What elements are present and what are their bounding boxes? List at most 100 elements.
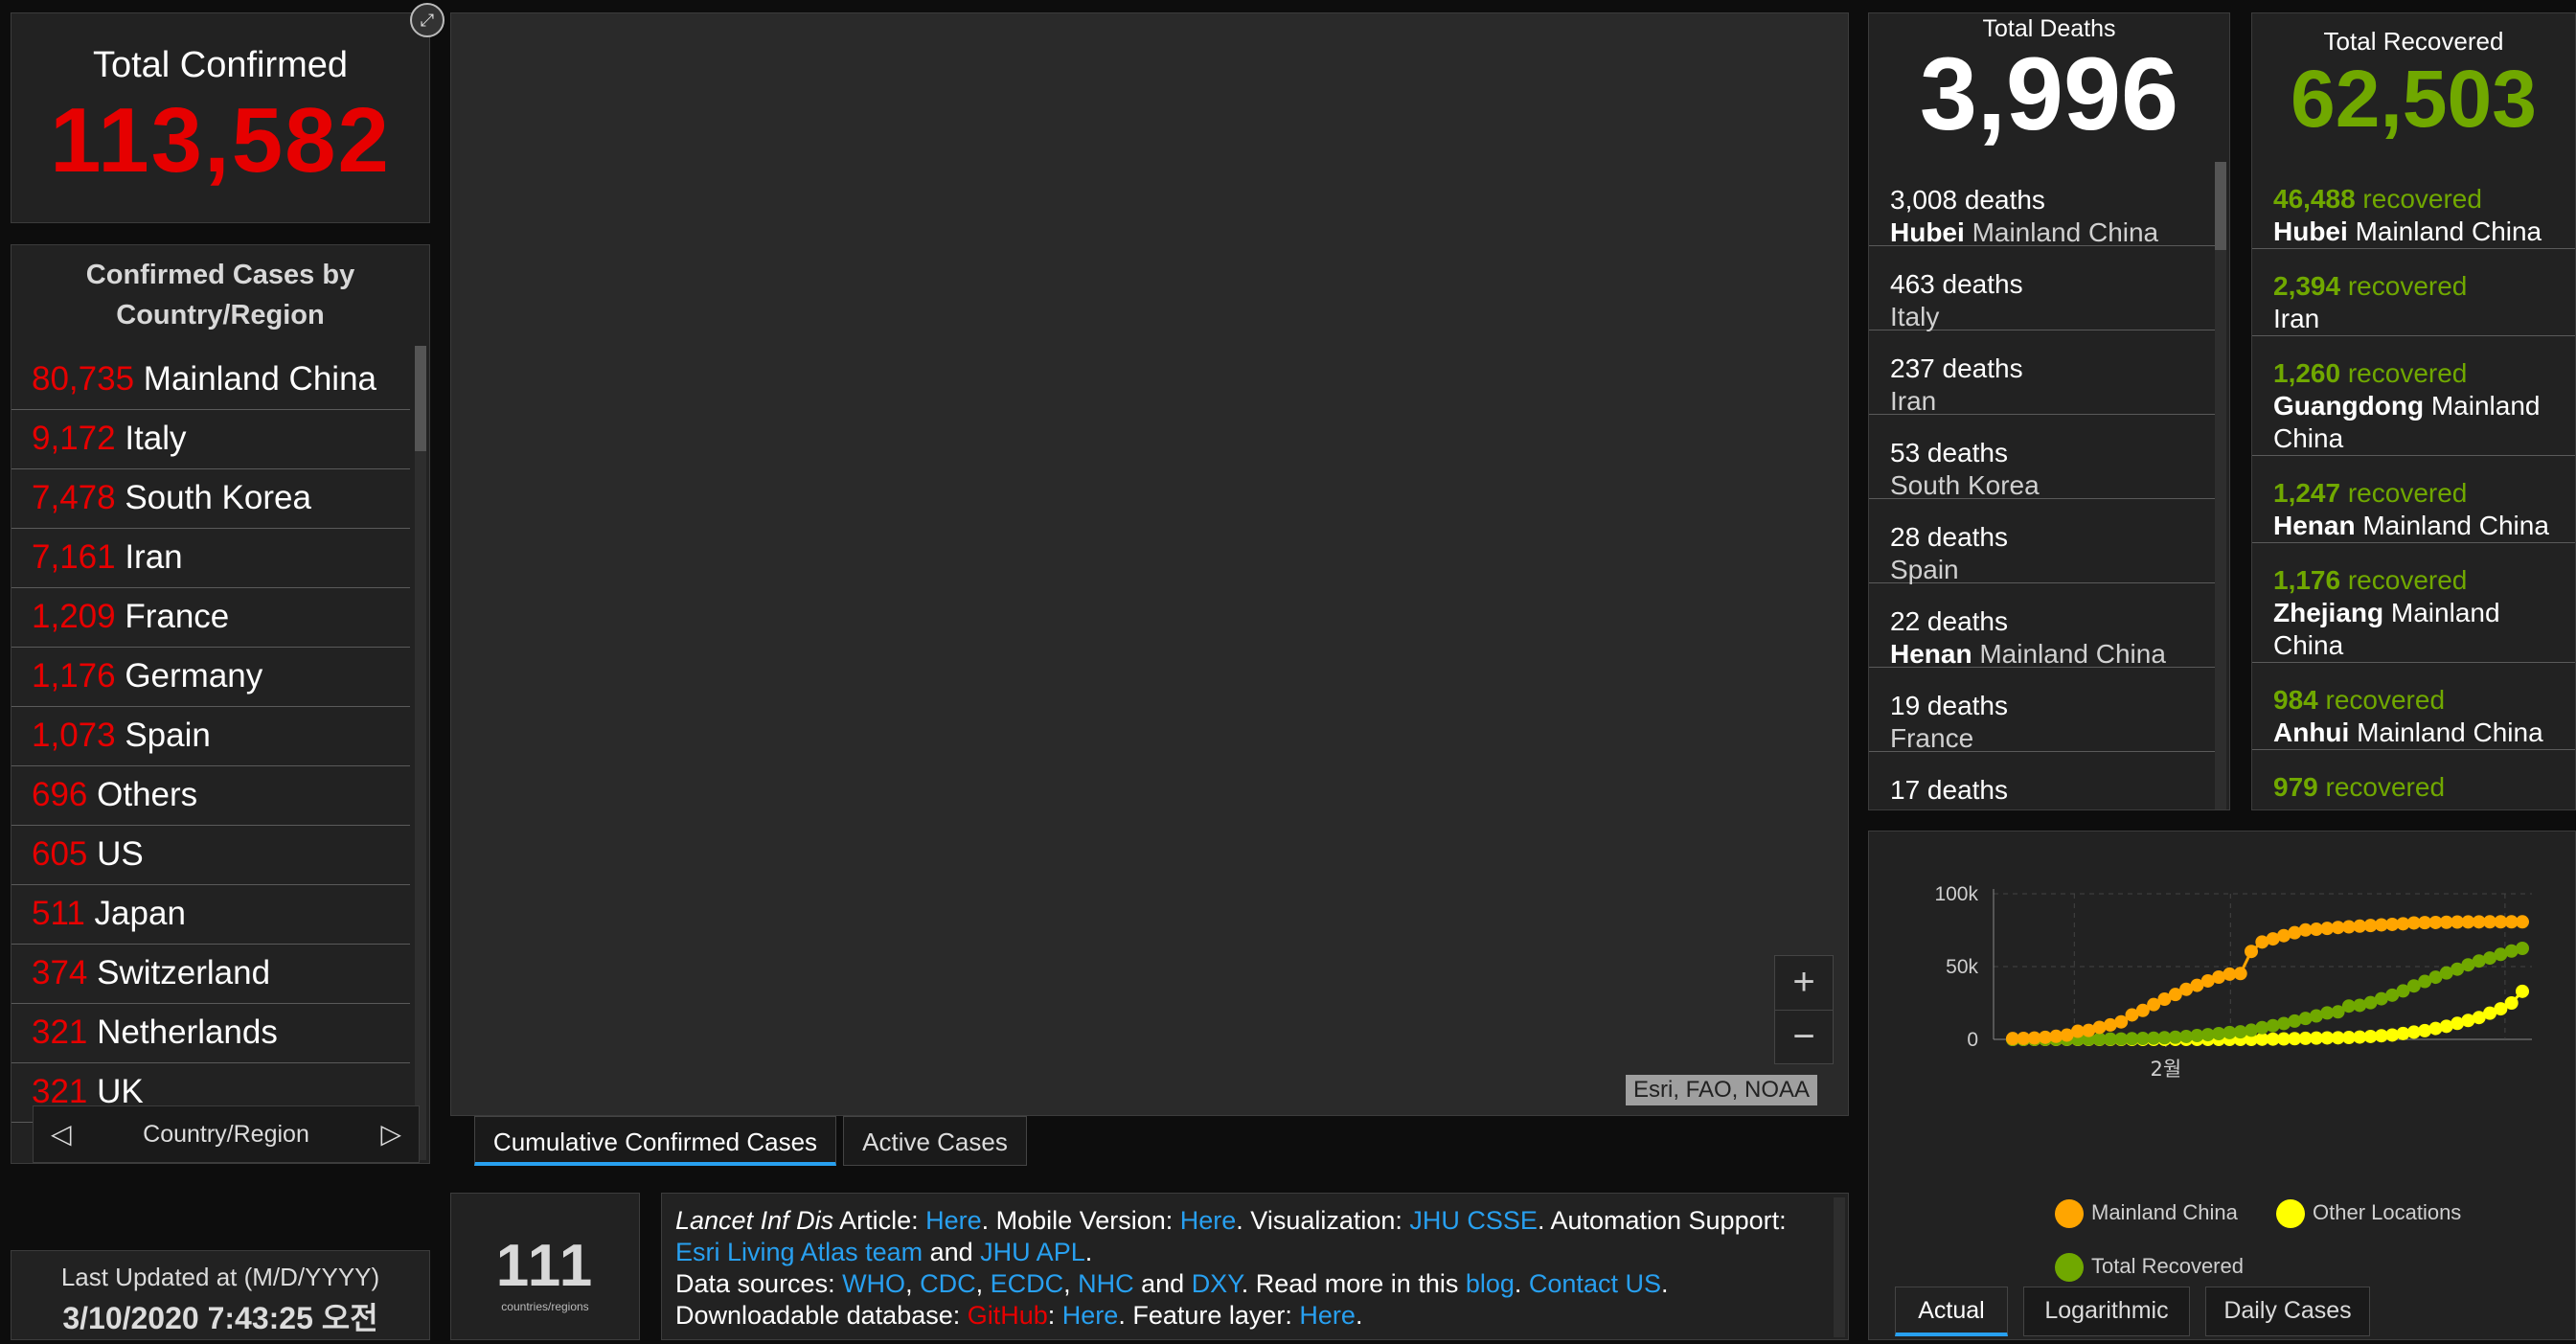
confirmed-place: Spain xyxy=(125,717,211,754)
feature-layer-link[interactable]: Here xyxy=(1299,1301,1356,1330)
deaths-row[interactable]: 463 deaths Italy xyxy=(1869,246,2216,331)
confirmed-count: 605 xyxy=(32,835,88,873)
download-here-link[interactable]: Here xyxy=(1062,1301,1119,1330)
confirmed-row[interactable]: 7,478 South Korea xyxy=(11,469,410,529)
legend-mainland-china[interactable]: Mainland China xyxy=(2055,1198,2238,1229)
jhu-apl-link[interactable]: JHU APL xyxy=(980,1238,1085,1266)
deaths-list: 3,008 deaths Hubei Mainland China 463 deat… xyxy=(1869,162,2216,809)
mobile-version-link[interactable]: Here xyxy=(1180,1206,1237,1235)
chevron-left-icon[interactable]: ◁ xyxy=(51,1106,72,1162)
confirmed-list-scrollbar[interactable] xyxy=(415,346,426,1160)
esri-team-link[interactable]: Esri Living Atlas team xyxy=(675,1238,923,1266)
last-updated-panel: Last Updated at (M/D/YYYY) 3/10/2020 7:4… xyxy=(11,1250,430,1340)
confirmed-place: US xyxy=(97,835,144,873)
confirmed-row[interactable]: 1,073 Spain xyxy=(11,707,410,766)
nhc-link[interactable]: NHC xyxy=(1078,1269,1134,1298)
legend-other-locations[interactable]: Other Locations xyxy=(2276,1198,2461,1229)
confirmed-row[interactable]: 7,161 Iran xyxy=(11,529,410,588)
confirmed-row[interactable]: 511 Japan xyxy=(11,885,410,945)
map-view[interactable] xyxy=(450,12,1849,1116)
expand-icon[interactable]: ⤢ xyxy=(410,3,445,37)
chevron-right-icon[interactable]: ▷ xyxy=(380,1106,401,1162)
confirmed-place: Iran xyxy=(125,538,183,576)
total-confirmed-panel: Total Confirmed 113,582 xyxy=(11,12,430,223)
recovered-row[interactable]: 1,260 recovered Guangdong Mainland China xyxy=(2252,336,2575,456)
confirmed-place: Japan xyxy=(94,895,186,932)
recovered-count: 2,394 xyxy=(2273,271,2341,301)
tab-actual[interactable]: Actual xyxy=(1895,1287,2008,1336)
recovered-unit: recovered xyxy=(2362,184,2482,214)
cdc-link[interactable]: CDC xyxy=(920,1269,976,1298)
total-recovered-label: Total Recovered xyxy=(2323,27,2504,56)
confirmed-row[interactable]: 696 Others xyxy=(11,766,410,826)
recovered-region: Anhui xyxy=(2273,718,2350,747)
tab-daily-cases[interactable]: Daily Cases xyxy=(2205,1287,2370,1336)
confirmed-row[interactable]: 605 US xyxy=(11,826,410,885)
confirmed-place: Others xyxy=(97,776,198,813)
confirmed-count: 374 xyxy=(32,954,88,991)
recovered-list: 46,488 recovered Hubei Mainland China 2,39… xyxy=(2252,162,2575,809)
deaths-row[interactable]: 17 deaths xyxy=(1869,752,2216,809)
recovered-row[interactable]: 2,394 recovered Iran xyxy=(2252,249,2575,336)
confirmed-by-country-panel: Confirmed Cases by Country/Region 80,735… xyxy=(11,244,430,1164)
deaths-count: 19 deaths xyxy=(1890,691,2008,720)
zoom-in-button[interactable]: + xyxy=(1775,956,1833,1011)
deaths-row[interactable]: 28 deaths Spain xyxy=(1869,499,2216,584)
contact-us-link[interactable]: Contact US xyxy=(1529,1269,1661,1298)
jhu-csse-link[interactable]: JHU CSSE xyxy=(1409,1206,1538,1235)
recovered-row[interactable]: 1,176 recovered Zhejiang Mainland China xyxy=(2252,543,2575,663)
info-text: Lancet Inf Dis Article: Here. Mobile Ver… xyxy=(675,1206,1787,1330)
info-scrollbar[interactable] xyxy=(1834,1197,1845,1337)
deaths-row[interactable]: 53 deaths South Korea xyxy=(1869,415,2216,500)
data-point xyxy=(2245,945,2259,959)
confirmed-place: Switzerland xyxy=(97,954,271,991)
ecdc-link[interactable]: ECDC xyxy=(991,1269,1064,1298)
total-confirmed-label: Total Confirmed xyxy=(92,45,349,85)
confirmed-row[interactable]: 9,172 Italy xyxy=(11,410,410,469)
confirmed-count: 1,209 xyxy=(32,598,116,635)
recovered-region: Guangdong xyxy=(2273,391,2425,421)
confirmed-row[interactable]: 1,176 Germany xyxy=(11,648,410,707)
tab-cumulative-confirmed[interactable]: Cumulative Confirmed Cases xyxy=(474,1116,836,1166)
x-tick-label: 2월 xyxy=(2150,1058,2181,1081)
tab-logarithmic[interactable]: Logarithmic xyxy=(2023,1287,2190,1336)
recovered-region: Hubei xyxy=(2273,216,2348,246)
deaths-count: 237 deaths xyxy=(1890,353,2023,383)
deaths-row[interactable]: 22 deaths Henan Mainland China xyxy=(1869,583,2216,669)
data-point xyxy=(2504,996,2519,1010)
deaths-country: France xyxy=(1890,723,1974,753)
recovered-region: Hunan xyxy=(2273,805,2357,809)
deaths-row[interactable]: 237 deaths Iran xyxy=(1869,330,2216,416)
deaths-country: Iran xyxy=(1890,386,1937,416)
recovered-row[interactable]: 46,488 recovered Hubei Mainland China xyxy=(2252,162,2575,249)
deaths-list-scrollbar[interactable] xyxy=(2215,162,2226,809)
recovered-row[interactable]: 1,247 recovered Henan Mainland China xyxy=(2252,456,2575,543)
legend-total-recovered[interactable]: Total Recovered xyxy=(2055,1252,2244,1283)
deaths-row[interactable]: 3,008 deaths Hubei Mainland China xyxy=(1869,162,2216,247)
confirmed-count: 7,161 xyxy=(32,538,116,576)
confirmed-count: 511 xyxy=(32,895,85,932)
confirmed-row[interactable]: 1,209 France xyxy=(11,588,410,648)
recovered-count: 984 xyxy=(2273,685,2318,715)
tab-active-cases[interactable]: Active Cases xyxy=(843,1116,1027,1166)
zoom-out-button[interactable]: − xyxy=(1775,1011,1833,1064)
last-updated-label: Last Updated at (M/D/YYYY) xyxy=(60,1263,380,1291)
recovered-unit: recovered xyxy=(2347,478,2468,508)
legend-dot-other xyxy=(2276,1199,2305,1229)
countries-count-label: countries/regions xyxy=(501,1300,589,1313)
data-point xyxy=(2233,967,2247,981)
confirmed-row[interactable]: 374 Switzerland xyxy=(11,945,410,1004)
confirmed-place: Italy xyxy=(125,420,187,457)
total-deaths-panel: Total Deaths 3,996 3,008 deaths Hubei Mai… xyxy=(1868,12,2230,810)
recovered-row[interactable]: 979 recovered Hunan Mainland China xyxy=(2252,750,2575,809)
recovered-row[interactable]: 984 recovered Anhui Mainland China xyxy=(2252,663,2575,750)
deaths-row[interactable]: 19 deaths France xyxy=(1869,668,2216,753)
blog-link[interactable]: blog xyxy=(1466,1269,1515,1298)
who-link[interactable]: WHO xyxy=(842,1269,905,1298)
confirmed-row[interactable]: 321 Netherlands xyxy=(11,1004,410,1063)
dxy-link[interactable]: DXY xyxy=(1192,1269,1242,1298)
article-link[interactable]: Here xyxy=(925,1206,982,1235)
github-link[interactable]: GitHub xyxy=(968,1301,1048,1330)
last-updated-value: 3/10/2020 7:43:25 오전 xyxy=(62,1301,378,1335)
confirmed-row[interactable]: 80,735 Mainland China xyxy=(11,351,410,410)
